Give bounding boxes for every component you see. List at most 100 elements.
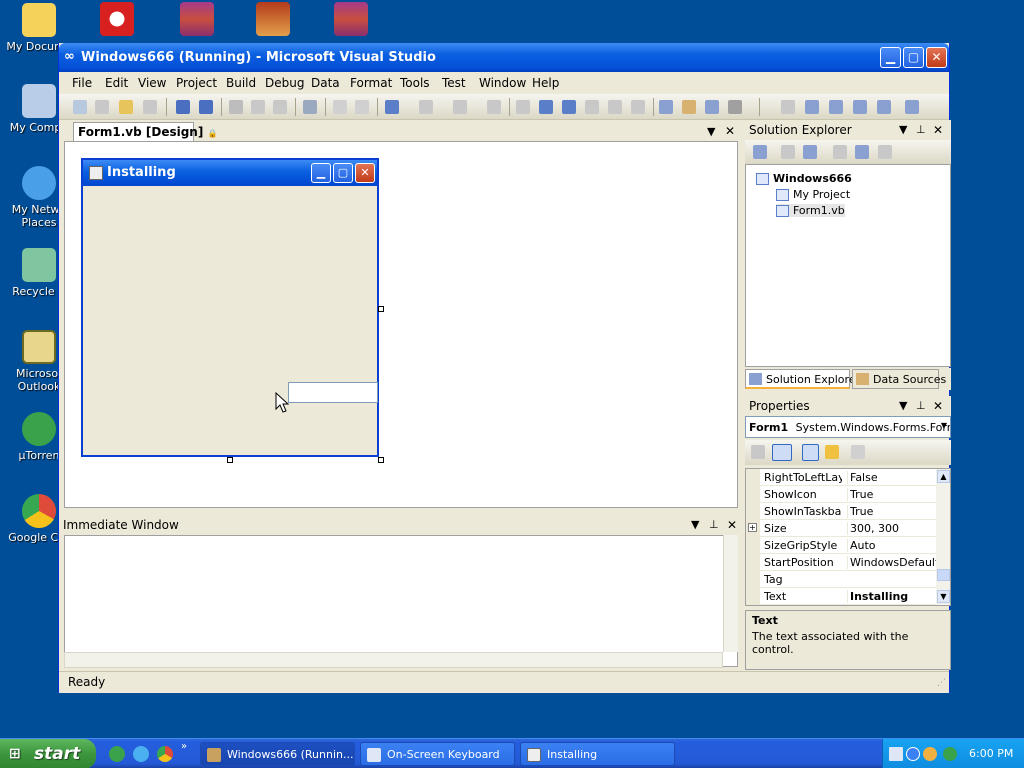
property-value[interactable]: False <box>847 471 936 484</box>
form-minimize-button[interactable]: ▁ <box>311 163 331 183</box>
property-row[interactable]: SizeGripStyle Auto <box>746 537 936 554</box>
auto-hide-pin-icon[interactable]: ⊥ <box>709 518 719 531</box>
task-installing[interactable]: Installing <box>520 742 675 766</box>
menu-test[interactable]: Test <box>442 76 466 90</box>
redo-icon[interactable] <box>419 100 433 114</box>
save-all-icon[interactable] <box>199 100 213 114</box>
start-debugging-icon[interactable] <box>516 100 530 114</box>
property-pages-icon[interactable] <box>851 445 865 459</box>
form-close-button[interactable]: ✕ <box>355 163 375 183</box>
property-row[interactable]: RightToLeftLayo False <box>746 469 936 486</box>
step-out-icon[interactable] <box>631 100 645 114</box>
resize-handle-corner[interactable] <box>378 457 384 463</box>
navigate-forward-icon[interactable] <box>487 100 501 114</box>
quicklaunch-expand-icon[interactable]: » <box>181 741 187 752</box>
chrome-quicklaunch-icon[interactable] <box>157 746 173 762</box>
immediate-vertical-scrollbar[interactable] <box>723 535 738 652</box>
internet-explorer-quicklaunch-icon[interactable] <box>133 746 149 762</box>
layout-icon-5[interactable] <box>877 100 891 114</box>
property-row-selected[interactable]: Text Installing <box>746 588 936 605</box>
step-over-icon[interactable] <box>608 100 622 114</box>
categorized-icon[interactable] <box>751 445 765 459</box>
comment-icon[interactable] <box>333 100 347 114</box>
print-icon[interactable] <box>303 100 317 114</box>
task-on-screen-keyboard[interactable]: On-Screen Keyboard <box>360 742 515 766</box>
window-position-dropdown-icon[interactable]: ▼ <box>691 518 699 531</box>
close-button[interactable]: ✕ <box>926 47 947 68</box>
refresh-icon[interactable] <box>803 145 817 159</box>
events-lightning-icon[interactable] <box>825 445 839 459</box>
object-selector-dropdown[interactable]: Form1 System.Windows.Forms.Form ▼ <box>745 416 951 438</box>
tab-dropdown-icon[interactable]: ▼ <box>707 125 715 138</box>
property-value[interactable]: WindowsDefaultLo <box>847 556 936 569</box>
property-value[interactable]: True <box>847 505 936 518</box>
stop-debugging-icon[interactable] <box>562 100 576 114</box>
navigate-backward-icon[interactable] <box>453 100 467 114</box>
start-button[interactable]: ⊞ start <box>0 739 96 768</box>
close-panel-icon[interactable]: ✕ <box>933 123 943 137</box>
keyboard-tray-icon[interactable] <box>889 747 903 761</box>
property-value[interactable]: Auto <box>847 539 936 552</box>
menu-debug[interactable]: Debug <box>265 76 304 90</box>
form-maximize-button[interactable]: ▢ <box>333 163 353 183</box>
layout-icon-4[interactable] <box>853 100 867 114</box>
property-grid-scrollbar[interactable]: ▲ ▼ <box>936 469 950 605</box>
close-panel-icon[interactable]: ✕ <box>933 399 943 413</box>
menu-tools[interactable]: Tools <box>400 76 430 90</box>
show-all-files-icon[interactable] <box>781 145 795 159</box>
add-item-icon[interactable] <box>95 100 109 114</box>
break-all-icon[interactable] <box>539 100 553 114</box>
properties-icon[interactable] <box>753 145 767 159</box>
tree-item-my-project[interactable]: My Project <box>776 188 850 201</box>
immediate-horizontal-scrollbar[interactable] <box>64 652 723 668</box>
add-project-icon[interactable] <box>73 100 87 114</box>
new-window-icon[interactable] <box>143 100 157 114</box>
designer-form-installing[interactable]: Installing ▁ ▢ ✕ <box>81 158 379 457</box>
menu-build[interactable]: Build <box>226 76 256 90</box>
window-position-dropdown-icon[interactable]: ▼ <box>899 399 907 412</box>
clock[interactable]: 6:00 PM <box>969 747 1013 760</box>
maximize-button[interactable]: ▢ <box>903 47 924 68</box>
property-value[interactable]: 300, 300 <box>847 522 936 535</box>
layout-icon-3[interactable] <box>829 100 843 114</box>
uncomment-icon[interactable] <box>355 100 369 114</box>
winrar-archive-2-icon[interactable] <box>334 2 368 36</box>
immediate-window-editor[interactable] <box>64 535 738 667</box>
find-in-files-icon[interactable] <box>659 100 673 114</box>
layout-icon-1[interactable] <box>781 100 795 114</box>
view-designer-icon[interactable] <box>855 145 869 159</box>
utorrent-tray-icon[interactable] <box>943 747 957 761</box>
menu-project[interactable]: Project <box>176 76 217 90</box>
menu-view[interactable]: View <box>138 76 166 90</box>
resize-handle-right[interactable] <box>378 306 384 312</box>
undo-icon[interactable] <box>385 100 399 114</box>
step-into-icon[interactable] <box>585 100 599 114</box>
scroll-down-icon[interactable]: ▼ <box>937 590 950 603</box>
toolbox-icon[interactable] <box>728 100 742 114</box>
form-textbox[interactable] <box>288 382 378 403</box>
resize-handle-bottom[interactable] <box>227 457 233 463</box>
properties-view-icon[interactable] <box>802 444 819 461</box>
menu-data[interactable]: Data <box>311 76 340 90</box>
close-document-icon[interactable]: ✕ <box>725 124 735 138</box>
auto-hide-pin-icon[interactable]: ⊥ <box>916 399 926 412</box>
minimize-button[interactable]: ▁ <box>880 47 901 68</box>
menu-help[interactable]: Help <box>532 76 559 90</box>
property-value[interactable]: True <box>847 488 936 501</box>
auto-hide-pin-icon[interactable]: ⊥ <box>916 123 926 136</box>
layout-icon-2[interactable] <box>805 100 819 114</box>
window-titlebar[interactable]: ∞ Windows666 (Running) - Microsoft Visua… <box>59 43 949 72</box>
menu-file[interactable]: File <box>72 76 92 90</box>
tree-item-form1-vb[interactable]: Form1.vb <box>776 204 845 217</box>
utorrent-quicklaunch-icon[interactable] <box>109 746 125 762</box>
menu-window[interactable]: Window <box>479 76 526 90</box>
task-visual-studio[interactable]: Windows666 (Runnin... <box>200 742 355 766</box>
property-value[interactable]: Installing <box>847 590 936 603</box>
view-class-diagram-icon[interactable] <box>878 145 892 159</box>
save-icon[interactable] <box>176 100 190 114</box>
opera-shortcut-icon[interactable] <box>100 2 134 36</box>
menu-format[interactable]: Format <box>350 76 392 90</box>
network-tray-icon[interactable] <box>923 747 937 761</box>
tree-project-windows666[interactable]: Windows666 <box>756 172 852 185</box>
paste-icon[interactable] <box>273 100 287 114</box>
